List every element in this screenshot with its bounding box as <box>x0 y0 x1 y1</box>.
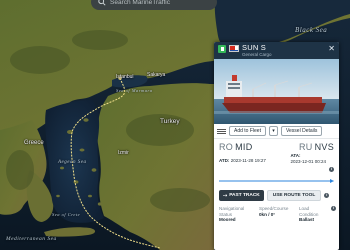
ata-block: ATA: 2023-12-01 00:24 <box>290 153 326 164</box>
label-black-sea: Black Sea <box>295 26 328 34</box>
close-icon[interactable]: ✕ <box>328 44 335 53</box>
speed-course-stat: Speed/Course 0kn / 0° <box>259 206 296 223</box>
vessel-stats: Navigational Status Moored Speed/Course … <box>214 202 339 223</box>
label-aegean-sea: Aegean Sea <box>58 160 87 165</box>
label-izmir: Izmir <box>118 150 129 156</box>
vessel-details-button[interactable]: Vessel Details <box>280 126 323 136</box>
search-input[interactable] <box>110 0 210 6</box>
origin-port-code: MID <box>235 142 253 152</box>
past-track-label: PAST TRACK <box>229 193 260 198</box>
progress-arrow-icon <box>330 179 334 183</box>
chevron-down-icon: ▾ <box>272 128 275 134</box>
atd-value: 2023-11-28 19:27 <box>230 158 266 163</box>
label-mediterranean-sea: Mediterranean Sea <box>6 236 57 242</box>
destination-country: RU <box>298 142 313 152</box>
destination-port-code: NVS <box>314 142 334 152</box>
vessel-name: SUN S <box>242 43 266 52</box>
cargo-type-icon <box>218 45 226 53</box>
label-sakarya: Sakarya <box>147 72 166 78</box>
vessel-type: General Cargo <box>242 52 272 57</box>
vessel-panel-header: SUN S General Cargo ✕ <box>214 42 339 59</box>
load-condition-label: Load Condition <box>299 206 319 217</box>
voyage-route: RO MID RU NVS ATD: 2023-11-28 19:27 ATA: 2… <box>214 139 339 189</box>
load-condition-value: Ballast <box>299 217 315 223</box>
nav-status-label: Navigational Status <box>219 206 245 217</box>
search-icon <box>98 0 106 6</box>
label-greece: Greece <box>24 140 44 146</box>
load-condition-stat: Load Condition i Ballast <box>299 206 336 223</box>
past-track-button[interactable]: ⇢ PAST TRACK <box>219 190 264 201</box>
origin-port: RO MID <box>219 142 253 152</box>
fleet-dropdown-button[interactable]: ▾ <box>268 126 278 136</box>
nav-status-stat: Navigational Status Moored <box>219 206 256 223</box>
vessel-photo <box>214 59 339 124</box>
ata-value: 2023-12-01 00:24 <box>290 158 326 164</box>
route-info-icon[interactable]: i <box>324 193 330 198</box>
vessel-info-panel: SUN S General Cargo ✕ Add to Fleet ▾ Ves… <box>214 42 339 250</box>
flag-icon <box>229 45 239 52</box>
ata-label: ATA: <box>290 153 301 158</box>
track-buttons: ⇢ PAST TRACK USE ROUTE TOOL i <box>214 189 339 202</box>
voyage-progress-fill <box>219 180 330 182</box>
label-istanbul: Istanbul <box>116 74 134 80</box>
label-sea-of-marmara: Sea of Marmara <box>116 88 153 93</box>
route-tool-button[interactable]: USE ROUTE TOOL <box>266 190 322 201</box>
track-icon: ⇢ <box>223 192 228 199</box>
origin-country: RO <box>219 142 234 152</box>
voyage-progress-bar <box>219 179 334 183</box>
destination-port: RU NVS <box>299 142 334 152</box>
add-to-fleet-button[interactable]: Add to Fleet <box>229 126 266 136</box>
ata-info-icon[interactable]: i <box>329 167 334 172</box>
speed-course-value: 0kn / 0° <box>259 211 276 217</box>
label-sea-of-crete: Sea of Crete <box>52 212 81 217</box>
label-turkey: Turkey <box>160 118 180 125</box>
vessel-actions-bar: Add to Fleet ▾ Vessel Details <box>214 124 339 139</box>
atd-block: ATD: 2023-11-28 19:27 <box>219 158 266 164</box>
load-info-icon[interactable]: i <box>331 206 336 211</box>
search-bar[interactable] <box>91 0 217 10</box>
menu-icon[interactable] <box>217 128 226 134</box>
nav-status-value: Moored <box>219 217 236 223</box>
atd-label: ATD: <box>219 158 230 163</box>
